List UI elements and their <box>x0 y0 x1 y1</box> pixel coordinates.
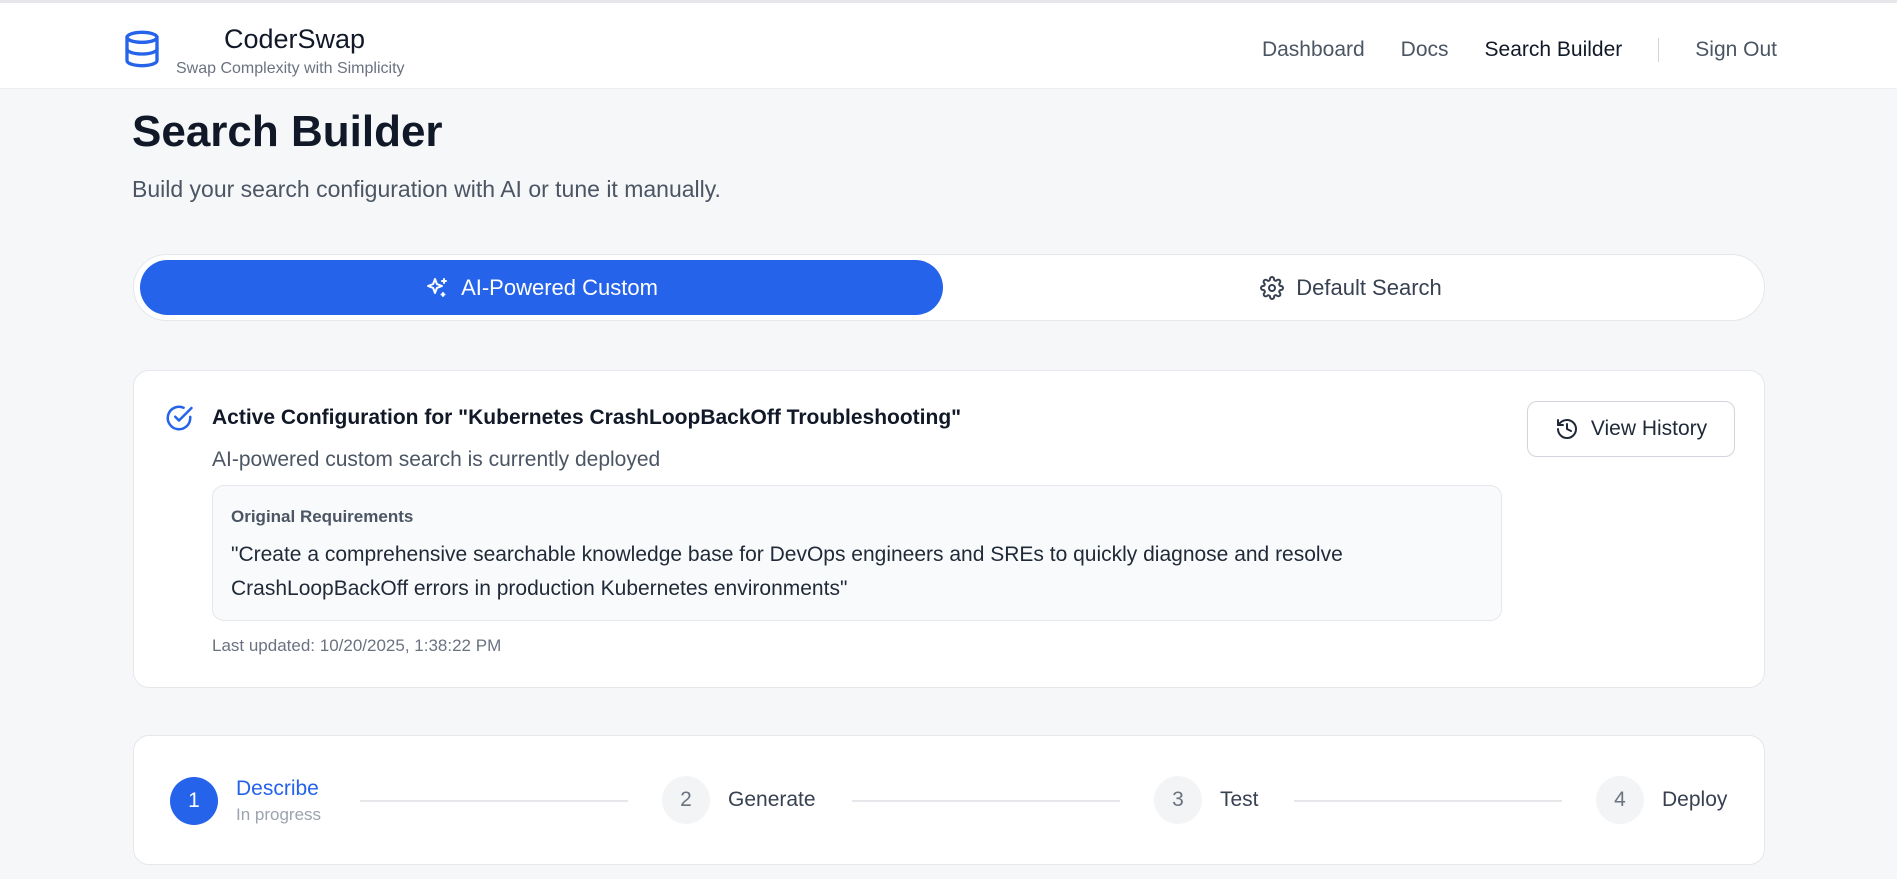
history-icon <box>1556 419 1577 439</box>
configuration-subtitle: AI-powered custom search is currently de… <box>212 448 661 471</box>
step-text: Deploy <box>1662 787 1727 813</box>
database-icon <box>125 30 159 68</box>
brand[interactable]: CoderSwap Swap Complexity with Simplicit… <box>122 23 405 79</box>
brand-tagline: Swap Complexity with Simplicity <box>176 60 405 77</box>
sparkles-icon <box>427 277 448 297</box>
step-connector <box>1294 800 1562 802</box>
last-updated: Last updated: 10/20/2025, 1:38:22 PM <box>212 636 502 655</box>
default-search-label: Default Search <box>1296 274 1442 300</box>
ai-powered-custom-label: AI-Powered Custom <box>461 274 658 300</box>
step-label: Test <box>1220 788 1259 811</box>
requirements-text: "Create a comprehensive searchable knowl… <box>231 543 1343 600</box>
step-text: Test <box>1220 787 1259 813</box>
step-label: Generate <box>728 788 816 811</box>
nav-search-builder[interactable]: Search Builder <box>1485 36 1623 64</box>
step-status: In progress <box>236 805 322 824</box>
step-describe[interactable]: 1 Describe In progress <box>170 776 321 826</box>
brand-text: CoderSwap Swap Complexity with Simplicit… <box>176 23 405 79</box>
step-number: 1 <box>170 777 218 825</box>
step-number: 3 <box>1154 776 1202 824</box>
view-history-button[interactable]: View History <box>1527 401 1735 457</box>
step-deploy[interactable]: 4 Deploy <box>1596 776 1727 824</box>
nav-docs[interactable]: Docs <box>1401 36 1449 64</box>
check-circle-icon <box>166 405 193 431</box>
steps-card: 1 Describe In progress 2 Generate 3 Test… <box>133 735 1765 865</box>
page-subtitle: Build your search configuration with AI … <box>132 176 721 202</box>
step-label: Deploy <box>1662 788 1728 811</box>
active-configuration-card: Active Configuration for "Kubernetes Cra… <box>133 370 1765 688</box>
step-text: Describe In progress <box>236 776 321 826</box>
requirements-label: Original Requirements <box>231 507 414 526</box>
step-connector <box>852 800 1120 802</box>
step-number: 2 <box>662 776 710 824</box>
page-title: Search Builder <box>132 107 443 156</box>
step-generate[interactable]: 2 Generate <box>662 776 816 824</box>
nav-links: Dashboard Docs Search Builder Sign Out <box>1226 36 1777 64</box>
nav-divider <box>1658 38 1660 62</box>
nav-dashboard[interactable]: Dashboard <box>1262 36 1365 64</box>
view-history-label: View History <box>1590 417 1708 440</box>
step-label: Describe <box>236 777 319 800</box>
brand-name: CoderSwap <box>224 24 366 54</box>
step-number: 4 <box>1596 776 1644 824</box>
mode-toggle: AI-Powered Custom Default Search <box>133 254 1765 321</box>
navbar: CoderSwap Swap Complexity with Simplicit… <box>0 3 1897 89</box>
step-test[interactable]: 3 Test <box>1154 776 1259 824</box>
default-search-tab[interactable]: Default Search <box>943 260 1759 315</box>
requirements-box: Original Requirements "Create a comprehe… <box>212 485 1502 621</box>
gear-icon <box>1260 275 1285 300</box>
step-connector <box>360 800 628 802</box>
configuration-title: Active Configuration for "Kubernetes Cra… <box>212 406 962 429</box>
sign-out-link[interactable]: Sign Out <box>1695 36 1777 64</box>
ai-powered-custom-tab[interactable]: AI-Powered Custom <box>140 260 943 315</box>
step-text: Generate <box>728 787 816 813</box>
